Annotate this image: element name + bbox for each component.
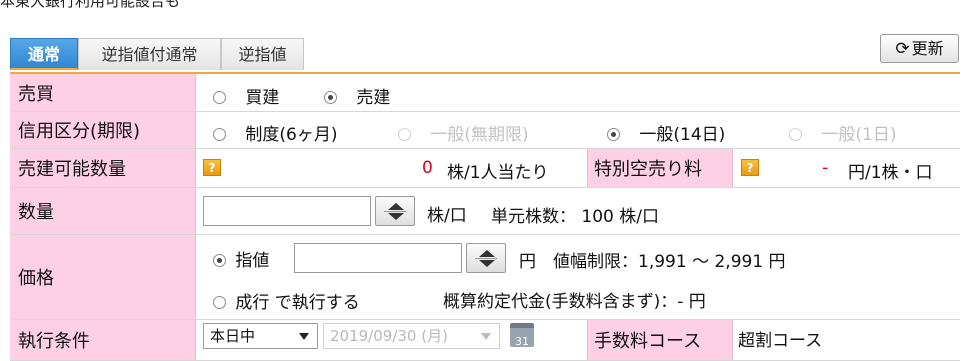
chevron-down-icon[interactable] xyxy=(388,213,404,220)
radio-limit-label: 指値 xyxy=(235,251,270,271)
radio-ippan-1-label: 一般(1日) xyxy=(821,125,897,145)
tab-stop-limit-normal[interactable]: 逆指値付通常 xyxy=(78,38,221,70)
label-special-short-fee: 特別空売り料 xyxy=(587,149,733,187)
price-unit: 円 xyxy=(519,252,536,272)
radio-sell-label: 売建 xyxy=(356,88,391,108)
label-fee-course: 手数料コース xyxy=(587,320,733,360)
radio-buy-label: 買建 xyxy=(245,88,280,108)
refresh-icon: ⟳ xyxy=(895,39,910,59)
chevron-down-icon xyxy=(299,333,309,340)
radio-option-ippan-14[interactable]: 一般(14日) xyxy=(607,120,725,145)
radio-ippan-mukigen xyxy=(398,128,411,141)
special-short-fee-unit: 円/1株・口 xyxy=(848,163,933,183)
radio-ippan-14-label: 一般(14日) xyxy=(639,125,726,145)
label-quantity: 数量 xyxy=(10,188,196,234)
available-quantity-unit: 株/1人当たり xyxy=(447,163,549,183)
row-credit-type: 信用区分(期限) 制度(6ヶ月) 一般(無期限) 一般(14日) 一般(1日) xyxy=(10,112,960,149)
chevron-up-icon[interactable] xyxy=(479,250,495,257)
radio-seido-label: 制度(6ヶ月) xyxy=(245,125,338,145)
estimated-amount: 概算約定代金(手数料含まず)：- 円 xyxy=(443,292,706,312)
label-execution-condition: 執行条件 xyxy=(10,320,196,360)
refresh-label: 更新 xyxy=(911,39,944,58)
quantity-input[interactable] xyxy=(203,196,371,226)
date-select: 2019/09/30 (月) xyxy=(323,323,500,349)
row-quantity: 数量 株/口 単元株数： 100 株/口 xyxy=(10,188,960,235)
chevron-down-icon[interactable] xyxy=(479,260,495,267)
radio-seido[interactable] xyxy=(213,128,226,141)
price-input[interactable] xyxy=(294,243,462,273)
radio-sell[interactable] xyxy=(324,91,337,104)
row-available-quantity: 売建可能数量 ? 0 株/1人当たり 特別空売り料 ? - 円/1株・口 xyxy=(10,149,960,188)
price-limit: 値幅制限：1,991 〜 2,991 円 xyxy=(553,252,786,272)
refresh-button[interactable]: ⟳ 更新 xyxy=(880,34,959,63)
row-execution-condition: 執行条件 本日中 2019/09/30 (月) 31 手数料コース 超割コース xyxy=(10,320,960,361)
radio-market-label: 成行 で執行する xyxy=(235,293,360,313)
radio-option-market[interactable]: 成行 で執行する xyxy=(213,288,360,313)
unit-shares: 単元株数： 100 株/口 xyxy=(491,207,659,227)
fee-course-value: 超割コース xyxy=(738,331,823,351)
label-credit-type: 信用区分(期限) xyxy=(10,112,196,148)
radio-option-ippan-1: 一般(1日) xyxy=(789,120,897,145)
radio-option-limit[interactable]: 指値 xyxy=(213,246,269,271)
available-quantity-value: 0 xyxy=(422,158,433,178)
radio-ippan-mukigen-label: 一般(無期限) xyxy=(430,125,529,145)
tab-stop-limit[interactable]: 逆指値 xyxy=(221,38,304,70)
row-price: 価格 指値 円 値幅制限：1,991 〜 2,991 円 成行 で執行する 概算… xyxy=(10,235,960,320)
radio-option-buy[interactable]: 買建 xyxy=(213,83,279,108)
quantity-unit: 株/口 xyxy=(427,206,467,226)
radio-option-sell[interactable]: 売建 xyxy=(324,83,390,108)
tab-normal[interactable]: 通常 xyxy=(10,38,78,70)
condition-select-value: 本日中 xyxy=(210,327,256,345)
date-select-value: 2019/09/30 (月) xyxy=(330,327,448,345)
chevron-up-icon[interactable] xyxy=(388,203,404,210)
label-price: 価格 xyxy=(10,235,196,319)
price-stepper[interactable] xyxy=(466,243,506,273)
help-icon[interactable]: ? xyxy=(203,159,221,176)
radio-limit[interactable] xyxy=(213,254,226,267)
top-note: 本東大銀行利用可能設合も xyxy=(0,0,181,10)
special-short-fee-value: - xyxy=(822,158,829,178)
label-buy-sell: 売買 xyxy=(10,74,196,111)
calendar-icon[interactable]: 31 xyxy=(510,323,534,348)
radio-option-ippan-mukigen: 一般(無期限) xyxy=(398,120,529,145)
quantity-stepper[interactable] xyxy=(375,196,415,226)
help-icon[interactable]: ? xyxy=(741,159,759,176)
label-available-quantity: 売建可能数量 xyxy=(10,149,196,187)
radio-ippan-1 xyxy=(789,128,802,141)
chevron-down-icon xyxy=(481,333,491,340)
condition-select[interactable]: 本日中 xyxy=(203,323,318,349)
radio-option-seido[interactable]: 制度(6ヶ月) xyxy=(213,120,338,145)
radio-market[interactable] xyxy=(213,296,226,309)
order-form: 売買 買建 売建 信用区分(期限) 制度(6ヶ月) 一般(無期限) 一般(14日… xyxy=(10,72,960,361)
row-buy-sell: 売買 買建 売建 xyxy=(10,74,960,112)
radio-ippan-14[interactable] xyxy=(607,128,620,141)
radio-buy[interactable] xyxy=(213,91,226,104)
